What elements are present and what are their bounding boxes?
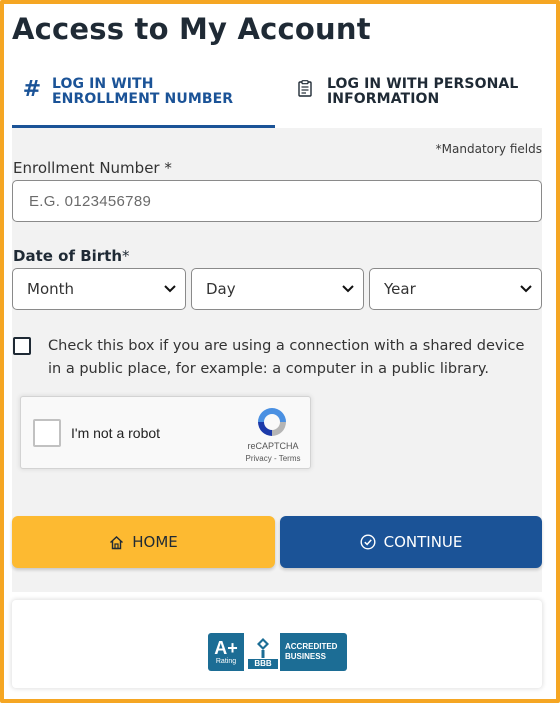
bbb-accredited-line2: BUSINESS (285, 652, 326, 661)
continue-button-label: CONTINUE (383, 533, 463, 551)
recaptcha-brand: reCAPTCHA (247, 441, 299, 451)
mandatory-fields-note: *Mandatory fields (435, 142, 542, 156)
shared-device-label: Check this box if you are using a connec… (48, 338, 525, 377)
bbb-grade: A+ (214, 637, 238, 658)
year-select[interactable]: Year (369, 268, 542, 310)
bbb-acronym: BBB (248, 659, 278, 669)
tab-enrollment-label: LOG IN WITH ENROLLMENT NUMBER (52, 76, 234, 107)
month-select[interactable]: Month (12, 268, 186, 310)
check-circle-icon (360, 534, 376, 550)
tab-personal-label: LOG IN WITH PERSONAL INFORMATION (327, 76, 519, 107)
chevron-down-icon (341, 281, 355, 299)
bbb-accredited-text: ACCREDITED BUSINESS (280, 642, 337, 662)
recaptcha-checkbox[interactable] (33, 419, 61, 447)
bbb-rating-word: Rating (215, 657, 237, 665)
recaptcha-links: Privacy - Terms (243, 454, 303, 463)
recaptcha-link-separator: - (273, 454, 277, 463)
date-of-birth-label: Date of Birth* (13, 247, 130, 265)
day-select-value: Day (206, 280, 236, 298)
home-icon (109, 535, 124, 550)
tab-enrollment-number[interactable]: # LOG IN WITH ENROLLMENT NUMBER (12, 68, 275, 128)
bbb-rating-badge: A+ Rating (208, 633, 244, 671)
enrollment-number-label-text: Enrollment Number (13, 159, 160, 177)
home-button-label: HOME (132, 533, 178, 551)
day-select[interactable]: Day (191, 268, 364, 310)
login-tabs: # LOG IN WITH ENROLLMENT NUMBER LOG IN W… (12, 68, 542, 128)
bbb-torch-icon: BBB (246, 633, 280, 671)
bbb-accredited-business-badge: BBB ACCREDITED BUSINESS (246, 633, 347, 671)
chevron-down-icon (519, 281, 533, 299)
chevron-down-icon (163, 281, 177, 299)
year-select-value: Year (384, 280, 416, 298)
continue-button[interactable]: CONTINUE (280, 516, 542, 568)
enrollment-number-input[interactable] (12, 180, 542, 222)
recaptcha-terms-link[interactable]: Terms (279, 454, 301, 463)
required-mark: * (164, 159, 172, 177)
home-button[interactable]: HOME (12, 516, 275, 568)
tab-personal-information[interactable]: LOG IN WITH PERSONAL INFORMATION (275, 68, 542, 128)
recaptcha-label: I'm not a robot (71, 425, 161, 441)
document-icon (275, 77, 315, 97)
required-mark: * (122, 247, 130, 265)
recaptcha-widget: I'm not a robot reCAPTCHA Privacy - Term… (20, 396, 311, 469)
bbb-accredited-logo[interactable]: A+ Rating BBB ACCREDITED BUSINESS (208, 633, 347, 671)
bbb-accredited-line1: ACCREDITED (285, 642, 338, 651)
hash-icon: # (22, 77, 42, 102)
month-select-value: Month (27, 280, 75, 298)
bbb-accreditation-card: A+ Rating BBB ACCREDITED BUSINESS (12, 600, 542, 688)
shared-device-checkbox[interactable] (13, 337, 31, 355)
recaptcha-privacy-link[interactable]: Privacy (246, 454, 272, 463)
enrollment-number-label: Enrollment Number * (13, 159, 172, 177)
recaptcha-logo-icon (255, 405, 289, 443)
page-title: Access to My Account (12, 12, 371, 46)
date-of-birth-label-text: Date of Birth (13, 247, 123, 265)
